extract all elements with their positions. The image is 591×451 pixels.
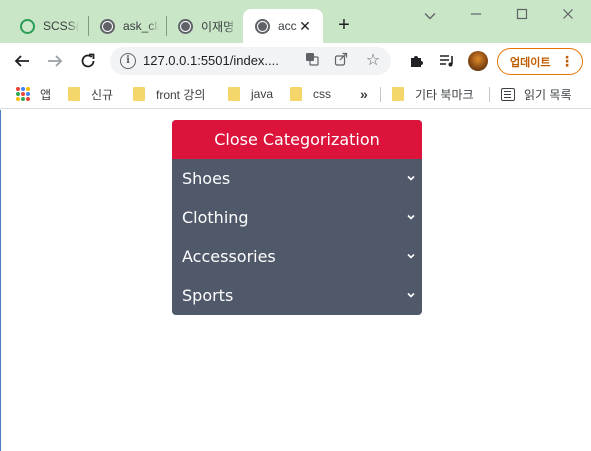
extensions-puzzle-icon[interactable]: [403, 48, 429, 74]
chevron-down-icon: [407, 253, 415, 259]
bookmark-label: java: [251, 87, 274, 101]
apps-grid-icon: [16, 87, 30, 101]
folder-icon: [228, 87, 240, 101]
bookmarks-bar: 앱 신규 front 강의 java css » 기타 북마크 읽기 목록: [0, 79, 591, 109]
category-menu: Close Categorization Shoes Clothing Acce…: [172, 120, 422, 315]
scss-favicon-icon: [20, 18, 35, 34]
tab-active-acc[interactable]: acc ✕: [243, 9, 323, 43]
bookmark-apps[interactable]: 앱: [16, 85, 51, 103]
url-text: 127.0.0.1:5501/index....: [143, 53, 279, 68]
tab-scss[interactable]: SCSS(S: [8, 9, 90, 43]
reload-icon[interactable]: [75, 48, 101, 74]
update-button[interactable]: 업데이트 ⋮: [497, 48, 583, 75]
category-item-accessories[interactable]: Accessories: [172, 237, 422, 276]
bookmark-folder-new[interactable]: 신규: [68, 85, 113, 103]
category-label: Clothing: [182, 208, 249, 227]
bookmarks-divider: [380, 87, 381, 102]
profile-avatar[interactable]: [468, 51, 488, 71]
maximize-icon[interactable]: [508, 6, 536, 26]
kebab-menu-icon[interactable]: ⋮: [560, 52, 574, 70]
folder-icon: [133, 87, 145, 101]
bookmark-folder-java[interactable]: java: [228, 85, 273, 103]
globe-icon: [100, 18, 115, 34]
folder-icon: [290, 87, 302, 101]
update-label: 업데이트: [510, 56, 551, 69]
share-icon[interactable]: [332, 52, 350, 70]
tab-strip: SCSS(S ask_cla 이재명 acc ✕ +: [0, 0, 591, 43]
chevron-down-icon: [407, 214, 415, 220]
close-categorization-button[interactable]: Close Categorization: [172, 120, 422, 159]
bookmark-folder-front[interactable]: front 강의: [133, 85, 205, 103]
tab-title: 이재명: [201, 19, 235, 34]
bookmark-folder-css[interactable]: css: [290, 85, 331, 103]
reading-list[interactable]: 읽기 목록: [501, 85, 572, 103]
folder-icon: [392, 87, 404, 101]
bookmark-label: 읽기 목록: [524, 87, 572, 102]
translate-icon[interactable]: [303, 52, 321, 70]
star-icon[interactable]: ☆: [364, 52, 382, 70]
category-label: Accessories: [182, 247, 276, 266]
tab-title: ask_cla: [123, 19, 159, 33]
minimize-icon[interactable]: [462, 6, 490, 26]
back-arrow-icon[interactable]: [9, 48, 35, 74]
window-close-icon[interactable]: [554, 6, 582, 26]
reading-list-icon: [501, 87, 515, 101]
bookmark-label: 신규: [91, 87, 114, 102]
bookmarks-divider: [489, 87, 490, 102]
browser-toolbar: i 127.0.0.1:5501/index.... ☆ 업데이트 ⋮: [0, 43, 591, 79]
tab-ask-cla[interactable]: ask_cla: [88, 9, 168, 43]
bookmark-other[interactable]: 기타 북마크: [392, 85, 474, 103]
chevron-down-icon: [407, 292, 415, 298]
bookmarks-overflow-icon[interactable]: »: [360, 85, 368, 103]
close-icon[interactable]: ✕: [297, 18, 313, 34]
tab-search-chevron-icon[interactable]: [416, 6, 444, 26]
folder-icon: [68, 87, 80, 101]
tab-title: SCSS(S: [43, 19, 79, 33]
page-viewport: Close Categorization Shoes Clothing Acce…: [0, 110, 591, 451]
globe-icon: [178, 18, 193, 34]
media-control-icon[interactable]: [434, 48, 460, 74]
category-item-clothing[interactable]: Clothing: [172, 198, 422, 237]
bookmark-label: css: [313, 87, 331, 101]
globe-icon: [255, 18, 270, 34]
forward-arrow-icon[interactable]: [42, 48, 68, 74]
address-bar[interactable]: i 127.0.0.1:5501/index.... ☆: [110, 47, 391, 75]
category-item-shoes[interactable]: Shoes: [172, 159, 422, 198]
category-item-sports[interactable]: Sports: [172, 276, 422, 315]
bookmark-label: front 강의: [156, 87, 206, 102]
new-tab-button[interactable]: +: [333, 14, 355, 36]
bookmark-label: 기타 북마크: [415, 87, 474, 102]
category-label: Shoes: [182, 169, 231, 188]
site-info-icon[interactable]: i: [120, 53, 136, 69]
tab-lee[interactable]: 이재명: [166, 9, 244, 43]
bookmark-label: 앱: [40, 87, 52, 102]
category-label: Sports: [182, 286, 234, 305]
chevron-down-icon: [407, 175, 415, 181]
